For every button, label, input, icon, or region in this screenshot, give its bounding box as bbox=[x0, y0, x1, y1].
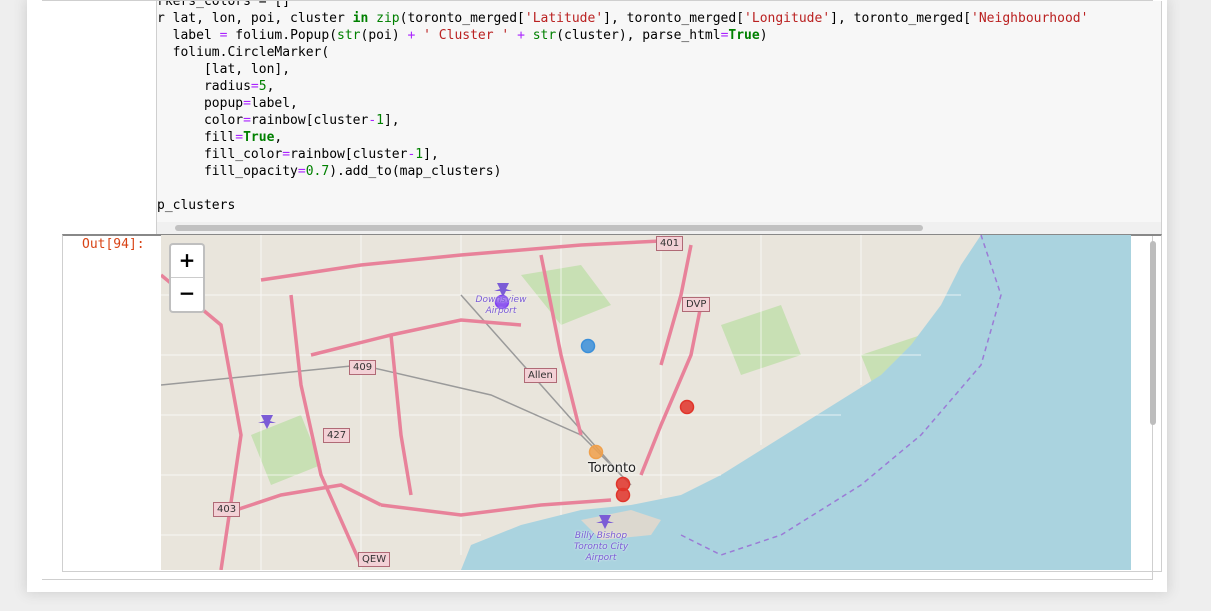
code-editor[interactable]: rkers_colors = [] r lat, lon, poi, clust… bbox=[157, 1, 1088, 214]
horizontal-scrollbar[interactable] bbox=[157, 222, 1161, 234]
code-line: r lat, lon, poi, cluster in zip(toronto_… bbox=[157, 11, 1089, 26]
horizontal-scrollbar-thumb[interactable] bbox=[175, 225, 923, 231]
code-line: folium.CircleMarker( bbox=[157, 45, 330, 60]
cluster-marker[interactable] bbox=[588, 444, 604, 460]
code-line: radius=5, bbox=[157, 79, 275, 94]
vertical-scrollbar[interactable] bbox=[1148, 241, 1158, 566]
code-line: fill_color=rainbow[cluster-1], bbox=[157, 147, 439, 162]
map-tiles bbox=[161, 235, 1131, 570]
city-label: Toronto bbox=[588, 461, 636, 476]
zoom-out-button[interactable]: − bbox=[171, 277, 203, 310]
airport-label: Downsview Airport bbox=[475, 295, 527, 316]
road-shield: DVP bbox=[682, 297, 711, 312]
code-line: fill=True, bbox=[157, 130, 283, 145]
cluster-marker[interactable] bbox=[679, 399, 695, 415]
cluster-marker[interactable] bbox=[615, 487, 631, 503]
road-shield: QEW bbox=[358, 552, 391, 567]
road-shield: 427 bbox=[323, 428, 351, 443]
vertical-scrollbar-thumb[interactable] bbox=[1150, 241, 1156, 425]
zoom-control: + − bbox=[169, 243, 205, 313]
code-line: p_clusters bbox=[157, 198, 236, 213]
folium-map[interactable]: + − Toronto Downsview Airport Billy Bish… bbox=[161, 235, 1131, 570]
code-input-area[interactable]: rkers_colors = [] r lat, lon, poi, clust… bbox=[156, 1, 1162, 235]
road-shield: Allen bbox=[524, 368, 557, 383]
code-line: rkers_colors = [] bbox=[157, 1, 291, 9]
road-shield: 409 bbox=[349, 360, 377, 375]
code-cell[interactable]: rkers_colors = [] r lat, lon, poi, clust… bbox=[42, 0, 1162, 580]
code-line: popup=label, bbox=[157, 96, 298, 111]
cluster-marker[interactable] bbox=[580, 338, 596, 354]
road-shield: 403 bbox=[213, 502, 241, 517]
code-line: label = folium.Popup(str(poi) + ' Cluste… bbox=[157, 28, 768, 43]
code-line: color=rainbow[cluster-1], bbox=[157, 113, 400, 128]
road-shield: 401 bbox=[656, 236, 684, 251]
code-line: [lat, lon], bbox=[157, 62, 291, 77]
notebook-page: rkers_colors = [] r lat, lon, poi, clust… bbox=[27, 0, 1167, 592]
zoom-in-button[interactable]: + bbox=[171, 245, 203, 277]
airport-label: Billy Bishop Toronto City Airport bbox=[573, 531, 629, 563]
code-line: fill_opacity=0.7).add_to(map_clusters) bbox=[157, 164, 502, 179]
